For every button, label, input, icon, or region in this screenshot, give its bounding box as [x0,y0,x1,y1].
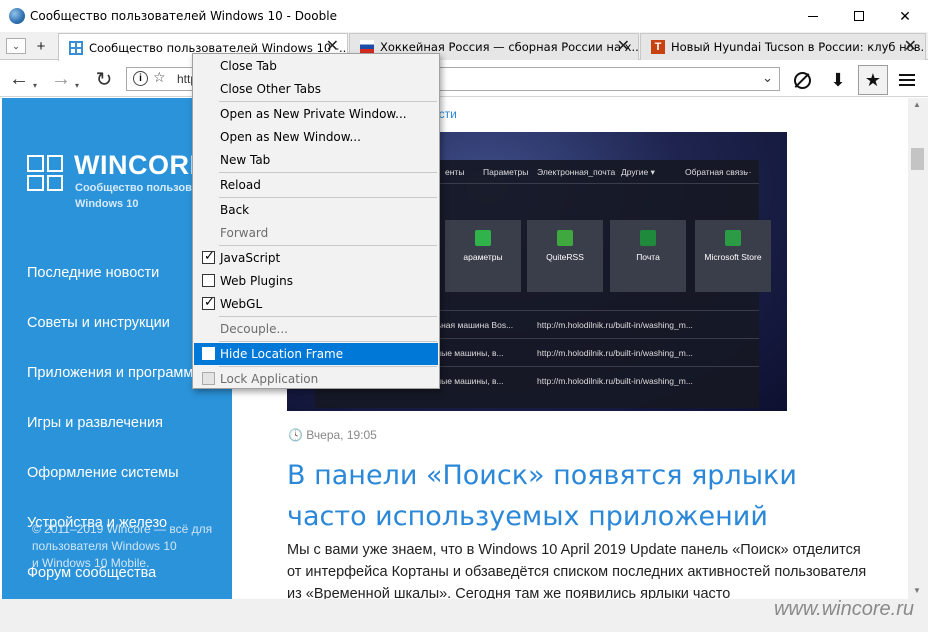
menu-separator [219,172,437,173]
menu-item-decouple: Decouple... [220,322,288,336]
url-history-dropdown-icon[interactable]: ⌄ [762,70,773,86]
scroll-down-icon[interactable]: ▼ [913,586,921,595]
back-history-dropdown-icon[interactable]: ▾ [33,81,37,90]
hero-tile: араметры [445,220,521,292]
sidebar-copyright: © 2011–2019 Wincore — всё для [32,522,213,536]
menu-item-forward: Forward [220,226,269,240]
menu-item-reload[interactable]: Reload [194,174,438,196]
main-menu-button[interactable] [894,67,920,93]
menu-item-lock-application: Lock Application [194,368,438,390]
scrollbar-thumb[interactable] [911,148,924,170]
minimize-icon [808,15,818,17]
menu-separator [219,245,437,246]
post-title[interactable]: В панели «Поиск» появятся ярлыки часто и… [287,455,827,537]
watermark: www.wincore.ru [773,598,914,620]
menu-item-back[interactable]: Back [194,199,438,221]
sidebar-copyright: и Windows 10 Mobile. [32,556,150,570]
bookmarks-button[interactable]: ★ [858,65,888,95]
dooble-app-icon [9,8,25,24]
hero-tile: Microsoft Store [695,220,771,292]
rss-icon [557,230,573,246]
tucson-club-favicon-icon: T [651,40,665,54]
hamburger-icon [899,79,915,81]
back-button[interactable]: ← [7,67,31,91]
mail-icon [640,230,656,246]
tab-label: Хоккейная Россия — сборная России на х..… [380,40,638,54]
checkbox-unchecked-icon [202,347,215,360]
gear-icon [475,230,491,246]
sidebar-copyright: пользователя Windows 10 [32,539,177,553]
title-bar: Сообщество пользователей Windows 10 - Do… [0,0,928,32]
site-logo-text[interactable]: WINCORE [74,150,208,181]
tab-context-menu: Close Tab Close Other Tabs Open as New P… [192,53,440,389]
checkbox-checked-icon [202,249,215,264]
menu-item-close-tab[interactable]: Close Tab [194,55,438,77]
close-tab-icon[interactable]: ✕ [617,39,630,55]
navigation-toolbar: ← ▾ → ▾ ↻ i ☆ http ⌄ ⬇ ★ [0,61,928,97]
downloads-button[interactable]: ⬇ [825,67,851,93]
menu-separator [219,341,437,342]
sidebar-item-apps[interactable]: Приложения и программ [27,365,193,381]
close-window-button[interactable]: ✕ [882,0,928,32]
minimize-button[interactable] [790,0,836,32]
reload-button[interactable]: ↻ [92,67,116,91]
sidebar-item-latest-news[interactable]: Последние новости [27,265,159,281]
blocked-content-button[interactable] [789,67,815,93]
sidebar-item-games[interactable]: Игры и развлечения [27,415,163,431]
bookmark-star-icon[interactable]: ☆ [153,69,166,86]
web-page: WINCORE Сообщество пользов Windows 10 По… [0,98,928,632]
sidebar-item-tips[interactable]: Советы и инструкции [27,315,170,331]
maximize-button[interactable] [836,0,882,32]
forward-button[interactable]: → [49,67,73,91]
menu-separator [219,197,437,198]
menu-item-hide-location-frame[interactable]: Hide Location Frame [194,343,438,365]
store-icon [725,230,741,246]
menu-item-close-other-tabs[interactable]: Close Other Tabs [194,78,438,100]
checkbox-disabled-icon [202,372,215,385]
tab-hyundai[interactable]: T Новый Hyundai Tucson в России: клуб но… [640,33,926,60]
post-excerpt: Мы с вами уже знаем, что в Windows 10 Ap… [287,542,867,602]
menu-item-open-private-window[interactable]: Open as New Private Window... [194,103,438,125]
forward-history-dropdown-icon[interactable]: ▾ [75,81,79,90]
menu-separator [219,101,437,102]
tab-list-button[interactable]: ⌄ [6,38,26,54]
site-tagline: Сообщество пользов [75,182,192,194]
site-info-icon[interactable]: i [133,71,148,86]
wincore-favicon-icon [69,40,83,55]
close-tab-icon[interactable]: ✕ [904,39,917,55]
wincore-logo-icon[interactable] [27,155,63,191]
tab-strip: ⌄ + Сообщество пользователей Windows 10 … [0,32,928,61]
menu-separator [219,316,437,317]
menu-item-new-tab[interactable]: New Tab [194,149,438,171]
site-tagline: Windows 10 [75,198,139,210]
menu-item-javascript[interactable]: JavaScript [194,247,438,269]
new-tab-button[interactable]: + [32,36,50,56]
menu-separator [219,366,437,367]
scroll-up-icon[interactable]: ▲ [913,100,921,109]
vertical-scrollbar[interactable]: ▲ ▼ [908,98,928,599]
checkbox-unchecked-icon [202,274,215,287]
block-icon [793,71,811,89]
menu-item-web-plugins[interactable]: Web Plugins [194,270,438,292]
window-title: Сообщество пользователей Windows 10 - Do… [30,9,337,23]
tab-label: Новый Hyundai Tucson в России: клуб нов.… [671,40,925,54]
post-date: 🕓 Вчера, 19:05 [288,428,377,442]
maximize-icon [854,11,864,21]
menu-item-open-new-window[interactable]: Open as New Window... [194,126,438,148]
hero-tile: Почта [610,220,686,292]
russia-flag-favicon-icon [360,40,374,54]
sidebar-item-themes[interactable]: Оформление системы [27,465,179,481]
checkbox-checked-icon [202,295,215,310]
hero-tile: QuiteRSS [527,220,603,292]
menu-item-webgl[interactable]: WebGL [194,293,438,315]
